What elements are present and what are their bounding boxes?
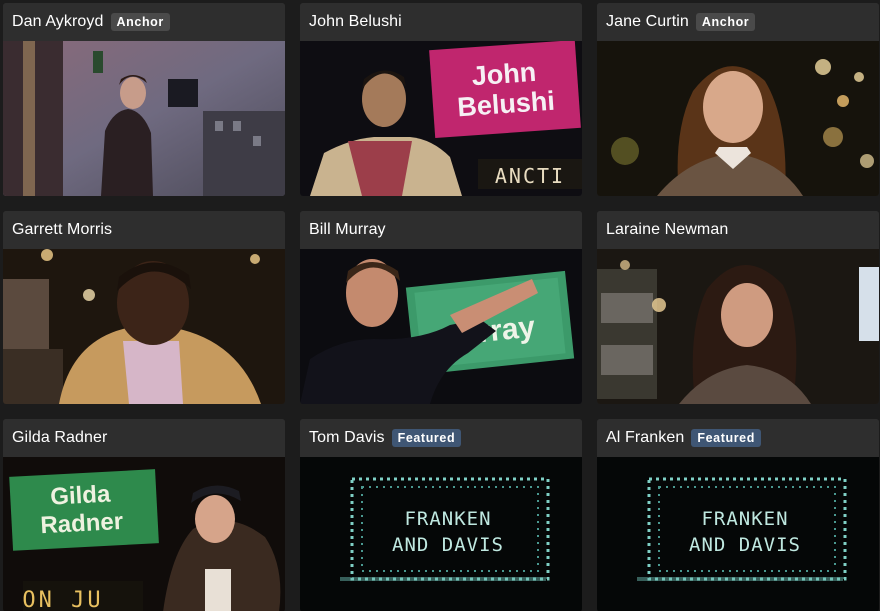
cast-name: Dan Aykroyd	[12, 13, 104, 30]
card-header: Tom Davis Featured	[300, 419, 582, 457]
marquee-line-1: FRANKEN	[404, 508, 491, 530]
cast-thumbnail[interactable]	[597, 249, 879, 404]
marquee-line-1: FRANKEN	[701, 508, 788, 530]
cast-card-jane-curtin[interactable]: Jane Curtin Anchor	[597, 3, 879, 196]
ticker-text: ANCTI	[495, 164, 565, 188]
cast-name: Tom Davis	[309, 429, 385, 446]
cast-card-john-belushi[interactable]: John Belushi John Belushi ANCTI	[300, 3, 582, 196]
cast-grid: Dan Aykroyd Anchor John Belushi John Bel…	[0, 0, 880, 611]
cast-thumbnail[interactable]: FRANKEN AND DAVIS	[300, 457, 582, 611]
ticker-text: ON JU	[22, 588, 103, 611]
cast-name: Garrett Morris	[12, 221, 113, 238]
cast-name: Gilda Radner	[12, 429, 108, 446]
cast-card-gilda-radner[interactable]: Gilda Radner Gilda Radner ON JU	[3, 419, 285, 611]
cast-thumbnail[interactable]: FRANKEN AND DAVIS	[597, 457, 879, 611]
role-badge: Featured	[391, 429, 462, 447]
card-header: Laraine Newman	[597, 211, 879, 249]
thumbnail-dan-aykroyd-times-square	[3, 41, 285, 196]
cast-card-garrett-morris[interactable]: Garrett Morris	[3, 211, 285, 404]
marquee-line-2: AND DAVIS	[392, 534, 504, 556]
cast-name: Al Franken	[606, 429, 685, 446]
thumbnail-franken-and-davis-marquee: FRANKEN AND DAVIS	[597, 457, 879, 611]
card-header: Jane Curtin Anchor	[597, 3, 879, 41]
cast-thumbnail[interactable]: rray	[300, 249, 582, 404]
thumbnail-garrett-morris-night	[3, 249, 285, 404]
card-header: Gilda Radner	[3, 419, 285, 457]
card-header: Garrett Morris	[3, 211, 285, 249]
role-badge: Anchor	[110, 13, 170, 31]
role-badge: Featured	[691, 429, 761, 447]
sign-line-1: John	[471, 57, 537, 91]
role-badge: Anchor	[695, 13, 756, 31]
cast-thumbnail[interactable]	[3, 41, 285, 196]
card-header: John Belushi	[300, 3, 582, 41]
cast-name: John Belushi	[309, 13, 402, 30]
card-header: Dan Aykroyd Anchor	[3, 3, 285, 41]
cast-name: Jane Curtin	[606, 13, 689, 30]
thumbnail-bill-murray-sign: rray	[300, 249, 582, 404]
thumbnail-gilda-radner-sign: Gilda Radner ON JU	[3, 457, 285, 611]
cast-thumbnail[interactable]: Gilda Radner ON JU	[3, 457, 285, 611]
thumbnail-laraine-newman-night	[597, 249, 879, 404]
cast-name: Laraine Newman	[606, 221, 729, 238]
marquee-line-2: AND DAVIS	[689, 534, 801, 556]
cast-card-al-franken[interactable]: Al Franken Featured FRANKEN AND DAVIS	[597, 419, 879, 611]
cast-thumbnail[interactable]	[597, 41, 879, 196]
sign-line-1: Gilda	[50, 481, 112, 511]
card-header: Bill Murray	[300, 211, 582, 249]
cast-card-bill-murray[interactable]: Bill Murray rray	[300, 211, 582, 404]
thumbnail-jane-curtin-night	[597, 41, 879, 196]
cast-thumbnail[interactable]	[3, 249, 285, 404]
cast-card-dan-aykroyd[interactable]: Dan Aykroyd Anchor	[3, 3, 285, 196]
cast-thumbnail[interactable]: John Belushi ANCTI	[300, 41, 582, 196]
thumbnail-franken-and-davis-marquee: FRANKEN AND DAVIS	[300, 457, 582, 611]
thumbnail-john-belushi-marquee: John Belushi ANCTI	[300, 41, 582, 196]
sign-line-2: Radner	[40, 508, 124, 539]
cast-card-laraine-newman[interactable]: Laraine Newman	[597, 211, 879, 404]
cast-name: Bill Murray	[309, 221, 386, 238]
card-header: Al Franken Featured	[597, 419, 879, 457]
cast-card-tom-davis[interactable]: Tom Davis Featured FRANKEN AND DAVIS	[300, 419, 582, 611]
